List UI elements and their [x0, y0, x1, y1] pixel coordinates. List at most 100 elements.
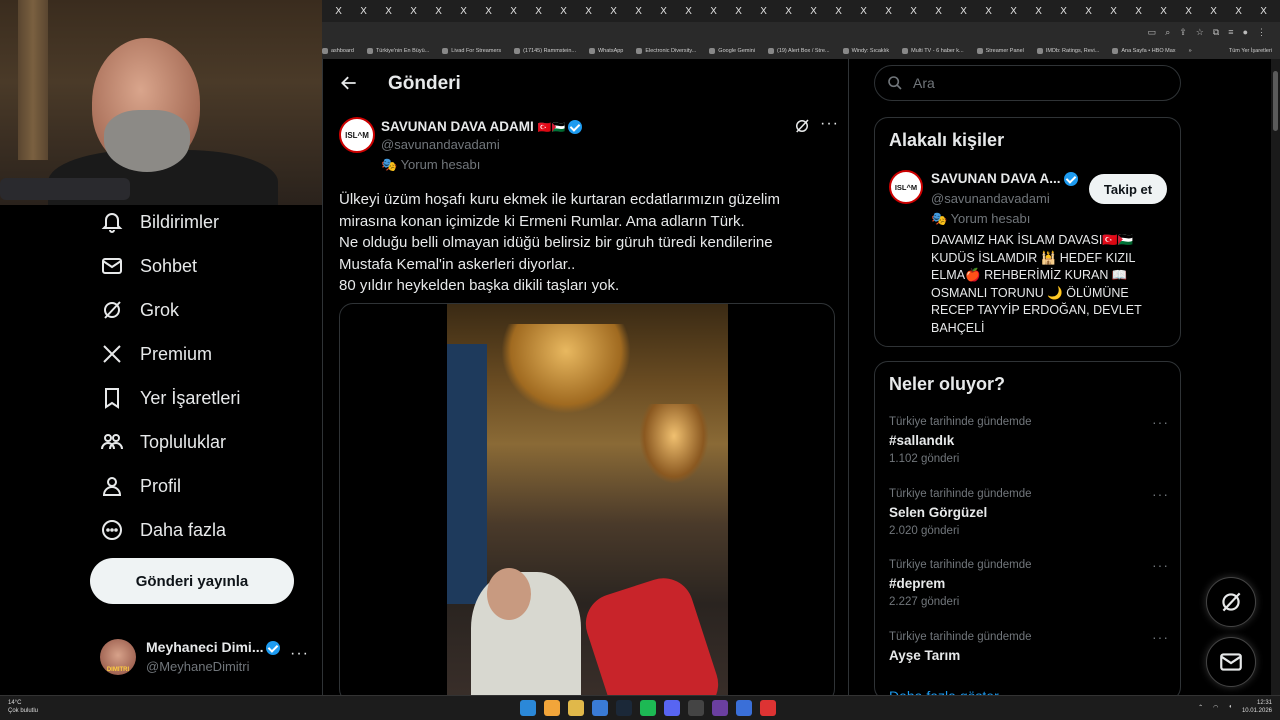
browser-tab[interactable]: X	[1176, 6, 1201, 17]
media-icon[interactable]: ≡	[1228, 27, 1233, 37]
browser-tab[interactable]: X	[401, 6, 426, 17]
browser-tab[interactable]: X	[576, 6, 601, 17]
share-icon[interactable]: ⇪	[1179, 27, 1187, 38]
nav-item-topluluklar[interactable]: Topluluklar	[100, 430, 226, 454]
bookmark-item[interactable]: Türkiye'nin En Büyü...	[366, 47, 429, 54]
browser-tab[interactable]: X	[1026, 6, 1051, 17]
browser-tab[interactable]: X	[851, 6, 876, 17]
follow-button[interactable]: Takip et	[1089, 174, 1167, 204]
folder-icon[interactable]	[568, 700, 584, 716]
account-more-icon[interactable]: ···	[290, 645, 309, 663]
windows-start-icon[interactable]	[520, 700, 536, 716]
browser-tab[interactable]: X	[1251, 6, 1276, 17]
cast-icon[interactable]: ▭	[1148, 27, 1157, 38]
tray-chevron-icon[interactable]: ⌃	[1198, 704, 1203, 711]
related-name-row[interactable]: SAVUNAN DAVA A...	[931, 171, 1078, 187]
browser-tab[interactable]: X	[801, 6, 826, 17]
app-icon[interactable]	[760, 700, 776, 716]
nav-item-sohbet[interactable]: Sohbet	[100, 254, 197, 278]
browser-tab[interactable]: X	[726, 6, 751, 17]
browser-tab[interactable]: X	[876, 6, 901, 17]
bookmark-item[interactable]: Windy: Sıcaklık	[842, 47, 889, 54]
post-more-icon[interactable]: ···	[820, 115, 839, 133]
browser-tab[interactable]: X	[526, 6, 551, 17]
grok-fab[interactable]	[1206, 577, 1256, 627]
browser-tab[interactable]: X	[651, 6, 676, 17]
scrollbar[interactable]	[1271, 59, 1280, 695]
related-handle[interactable]: @savunandavadami	[931, 191, 1050, 206]
nav-item-daha-fazla[interactable]: Daha fazla	[100, 518, 226, 542]
nav-item-grok[interactable]: Grok	[100, 298, 179, 322]
browser-tab[interactable]: X	[701, 6, 726, 17]
extensions-icon[interactable]: ⧉	[1213, 27, 1219, 38]
search-input[interactable]	[913, 75, 1153, 91]
browser-tab[interactable]: X	[451, 6, 476, 17]
browser-tab[interactable]: X	[901, 6, 926, 17]
browser-tab[interactable]: X	[1076, 6, 1101, 17]
bookmark-item[interactable]: Electronic Diversity...	[636, 47, 696, 54]
trend-more-icon[interactable]: ···	[1152, 414, 1169, 430]
author-handle[interactable]: @savunandavadami	[381, 137, 500, 152]
browser-tab[interactable]: X	[776, 6, 801, 17]
browser-tab[interactable]: X	[826, 6, 851, 17]
bookmarks-more[interactable]: »	[1189, 48, 1192, 54]
discord-icon[interactable]	[664, 700, 680, 716]
post-button[interactable]: Gönderi yayınla	[90, 558, 294, 604]
grok-icon[interactable]	[793, 117, 811, 135]
author-avatar[interactable]: ISL^M	[339, 117, 375, 153]
bookmark-item[interactable]: Streamer Panel	[976, 47, 1024, 54]
profile-icon[interactable]: ●	[1243, 27, 1248, 37]
browser-tab[interactable]: X	[601, 6, 626, 17]
browser-tab[interactable]: X	[1226, 6, 1251, 17]
weather-widget[interactable]: 14°C Çok bulutlu	[8, 699, 38, 715]
bookmark-item[interactable]: (19) Alert Box / Stre...	[767, 47, 830, 54]
related-avatar[interactable]: ISL^M	[889, 170, 923, 204]
browser-tab[interactable]: X	[1126, 6, 1151, 17]
browser-tab[interactable]: X	[1001, 6, 1026, 17]
browser-tab[interactable]: X	[426, 6, 451, 17]
spotify-icon[interactable]	[640, 700, 656, 716]
trend-more-icon[interactable]: ···	[1152, 486, 1169, 502]
menu-icon[interactable]: ⋮	[1257, 27, 1266, 38]
messages-fab[interactable]	[1206, 637, 1256, 687]
trend-more-icon[interactable]: ···	[1152, 629, 1169, 645]
browser-tab[interactable]: X	[351, 6, 376, 17]
bookmark-item[interactable]: Ana Sayfa • HBO Max	[1112, 47, 1176, 54]
app-icon[interactable]	[736, 700, 752, 716]
bookmark-item[interactable]: (17145) Rammstein...	[514, 47, 576, 54]
bookmark-item[interactable]: WhatsApp	[588, 47, 623, 54]
browser-tab[interactable]: X	[626, 6, 651, 17]
bookmark-item[interactable]: ashboard	[322, 47, 354, 54]
steam-icon[interactable]	[616, 700, 632, 716]
post-media[interactable]	[339, 303, 835, 695]
trend-more-icon[interactable]: ···	[1152, 557, 1169, 573]
browser-tab[interactable]: X	[976, 6, 1001, 17]
chrome-icon[interactable]	[544, 700, 560, 716]
bookmark-item[interactable]: Google Gemini	[709, 47, 755, 54]
nav-item-profil[interactable]: Profil	[100, 474, 181, 498]
network-icon[interactable]: ◠	[1213, 704, 1218, 711]
video-player[interactable]	[447, 304, 728, 695]
browser-tab[interactable]: X	[951, 6, 976, 17]
browser-tab[interactable]: X	[326, 6, 351, 17]
bookmark-item[interactable]: Multi TV - 6 haber k...	[902, 47, 964, 54]
all-bookmarks[interactable]: Tüm Yer İşaretleri	[1229, 48, 1280, 54]
back-arrow-icon[interactable]	[339, 73, 359, 93]
browser-tab[interactable]: X	[476, 6, 501, 17]
trend-item[interactable]: Türkiye tarihinde gündemde Ayşe Tarım ··…	[889, 629, 1169, 695]
trend-item[interactable]: Türkiye tarihinde gündemde #sallandık 1.…	[889, 414, 1169, 480]
browser-tab[interactable]: X	[501, 6, 526, 17]
browser-tab[interactable]: X	[1051, 6, 1076, 17]
volume-icon[interactable]: ◖	[1228, 704, 1232, 710]
scrollbar-thumb[interactable]	[1273, 71, 1278, 131]
zoom-icon[interactable]: ⌕	[1165, 27, 1170, 38]
browser-tab[interactable]: X	[676, 6, 701, 17]
account-switcher[interactable]: DIMITRI Meyhaneci Dimi... @MeyhaneDimitr…	[100, 635, 310, 681]
star-icon[interactable]: ☆	[1196, 27, 1204, 38]
browser-tab[interactable]: X	[926, 6, 951, 17]
nav-item-yer-isaretleri[interactable]: Yer İşaretleri	[100, 386, 240, 410]
browser-tab[interactable]: X	[551, 6, 576, 17]
bookmark-item[interactable]: IMDb: Ratings, Revi...	[1036, 47, 1099, 54]
browser-tab[interactable]: X	[1201, 6, 1226, 17]
author-name-row[interactable]: SAVUNAN DAVA ADAMI 🇹🇷🇵🇸	[381, 119, 583, 135]
